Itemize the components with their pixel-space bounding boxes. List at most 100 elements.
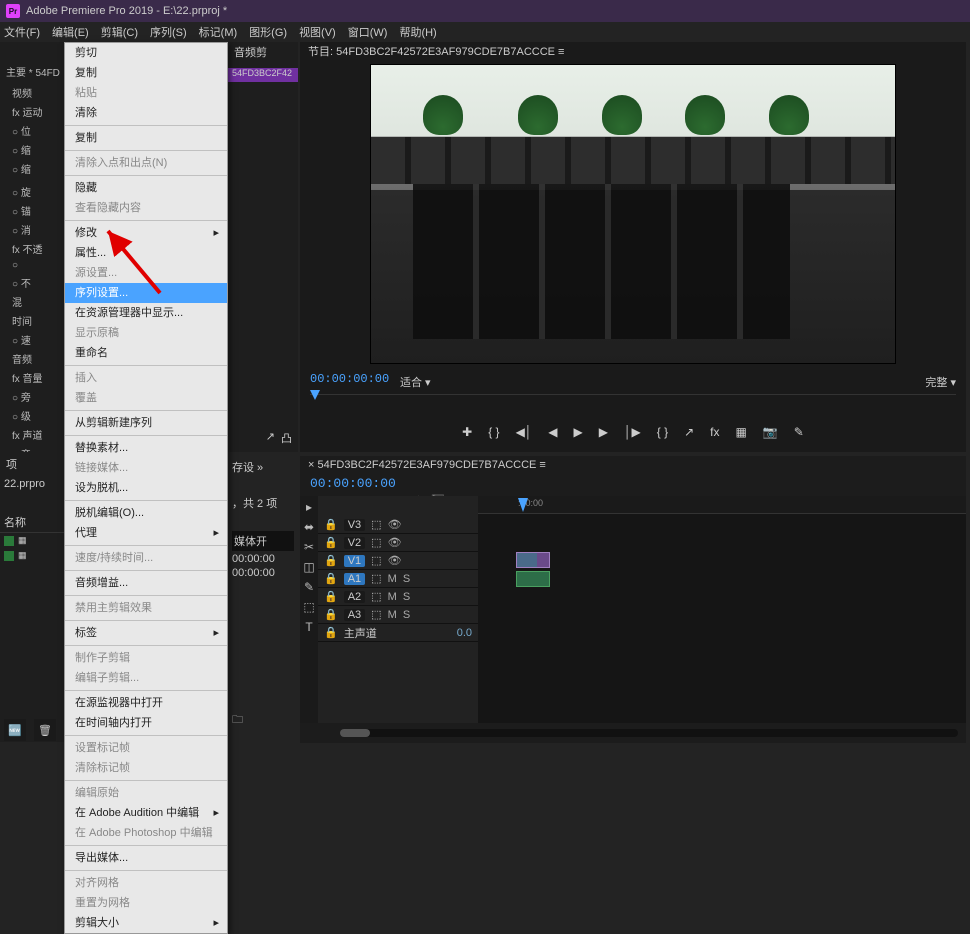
fx-property[interactable]: ○ 缩 — [6, 159, 58, 178]
mark-in-out[interactable]: { } — [488, 425, 499, 439]
project-panel[interactable]: 项 22.prpro 名称 ▦ ▦ — [0, 452, 64, 692]
context-menu-item[interactable]: 属性... — [65, 243, 227, 263]
fx-property[interactable]: ○ 不 — [6, 273, 58, 292]
project-tab[interactable]: 项 — [0, 452, 64, 476]
context-menu-item[interactable]: 清除 — [65, 103, 227, 123]
context-menu-item[interactable]: 标签 — [65, 623, 227, 643]
pen-tool[interactable]: ✎ — [304, 580, 314, 594]
type-tool[interactable]: T — [305, 620, 312, 634]
safe-margins[interactable]: ▦ — [736, 425, 747, 439]
fx-property[interactable]: ○ 消 — [6, 220, 58, 239]
fx-property[interactable]: ○ 位 — [6, 121, 58, 140]
program-viewport[interactable] — [370, 64, 896, 364]
timeline-zoom-scroll[interactable] — [340, 729, 958, 737]
context-menu[interactable]: 剪切复制粘贴清除复制清除入点和出点(N)隐藏查看隐藏内容修改属性...源设置..… — [64, 42, 228, 934]
project-item[interactable]: ▦ — [0, 533, 64, 548]
track-header[interactable]: 🔒V3⬚👁 — [318, 516, 478, 534]
fx-property[interactable]: ○ 缩 — [6, 140, 58, 159]
context-menu-item[interactable]: 在源监视器中打开 — [65, 693, 227, 713]
insert-icon[interactable]: 凸 — [281, 430, 292, 446]
audio-clip[interactable] — [516, 571, 550, 587]
context-menu-item[interactable]: 序列设置... — [65, 283, 227, 303]
fx-property[interactable]: ○ 级 — [6, 406, 58, 425]
context-menu-item[interactable]: 脱机编辑(O)... — [65, 503, 227, 523]
context-menu-item[interactable]: 隐藏 — [65, 178, 227, 198]
fx-property[interactable]: ○ 旁 — [6, 387, 58, 406]
fx-property[interactable]: 音频 — [6, 349, 58, 368]
fx-property[interactable]: ○ 旋 — [6, 182, 58, 201]
source-clip-bar[interactable]: 54FD3BC2F42 — [228, 68, 298, 82]
menu-sequence[interactable]: 序列(S) — [150, 24, 187, 40]
context-menu-item[interactable]: 导出媒体... — [65, 848, 227, 868]
program-scrubber[interactable] — [310, 394, 956, 408]
context-menu-item[interactable]: 修改 — [65, 223, 227, 243]
menu-help[interactable]: 帮助(H) — [399, 24, 436, 40]
fx-property[interactable]: 时间 — [6, 311, 58, 330]
step-back[interactable]: ◀│ — [516, 425, 533, 439]
frame-back[interactable]: ◀ — [548, 425, 557, 439]
fx-property[interactable]: fx 音量 — [6, 368, 58, 387]
hand-tool[interactable]: ⬚ — [303, 600, 314, 614]
lift-button[interactable]: ↗ — [684, 425, 694, 439]
track-header[interactable]: 🔒A3⬚M S — [318, 606, 478, 624]
fx-property[interactable]: fx 不透 — [6, 239, 58, 258]
effect-controls-panel[interactable]: 主要 * 54FD 视频fx 运动○ 位○ 缩○ 缩○ 旋○ 锚○ 消fx 不透… — [0, 62, 64, 452]
context-menu-item[interactable]: 音频增益... — [65, 573, 227, 593]
menu-window[interactable]: 窗口(W) — [348, 24, 388, 40]
play-button[interactable]: ▶ — [574, 425, 583, 439]
ripple-tool[interactable]: ⬌ — [304, 520, 314, 534]
context-menu-item[interactable]: 剪切 — [65, 43, 227, 63]
fx-property[interactable]: ○ — [6, 258, 58, 273]
timeline-area[interactable]: :00:00 — [478, 496, 966, 723]
context-menu-item[interactable]: 设为脱机... — [65, 478, 227, 498]
resolution-dropdown[interactable]: 完整 ▾ — [925, 374, 956, 390]
timeline-title[interactable]: × 54FD3BC2F42572E3AF979CDE7B7ACCCE ≡ — [300, 456, 966, 474]
fx-property[interactable]: fx 声道 — [6, 425, 58, 444]
settings-icon[interactable]: ✎ — [794, 425, 804, 439]
new-folder-icon[interactable]: 🗀 — [232, 711, 294, 730]
track-header[interactable]: 🔒A1⬚M S — [318, 570, 478, 588]
context-menu-item[interactable]: 复制 — [65, 63, 227, 83]
fx-property[interactable]: fx 运动 — [6, 102, 58, 121]
export-icon[interactable]: ↗ — [266, 430, 275, 446]
step-fwd[interactable]: │▶ — [624, 425, 641, 439]
menubar[interactable]: 文件(F) 编辑(E) 剪辑(C) 序列(S) 标记(M) 图形(G) 视图(V… — [0, 22, 970, 42]
frame-fwd[interactable]: ▶ — [599, 425, 608, 439]
slip-tool[interactable]: ◫ — [303, 560, 314, 574]
fx-property[interactable]: ○ 锚 — [6, 201, 58, 220]
track-header[interactable]: 🔒V1⬚👁 — [318, 552, 478, 570]
fx-button[interactable]: fx — [710, 425, 719, 439]
razor-tool[interactable]: ✂ — [304, 540, 314, 554]
program-timecode[interactable]: 00:00:00:00 — [310, 372, 389, 386]
trash-button[interactable]: 🗑 — [34, 719, 56, 741]
new-item-button[interactable]: 🆕 — [4, 719, 26, 741]
context-menu-item[interactable]: 重命名 — [65, 343, 227, 363]
menu-file[interactable]: 文件(F) — [4, 24, 40, 40]
context-menu-item[interactable]: 在时间轴内打开 — [65, 713, 227, 733]
context-menu-item[interactable]: 剪辑大小 — [65, 913, 227, 933]
menu-clip[interactable]: 剪辑(C) — [101, 24, 138, 40]
menu-view[interactable]: 视图(V) — [299, 24, 336, 40]
audio-clip-tab[interactable]: 音频剪 — [234, 44, 267, 60]
context-menu-item[interactable]: 从剪辑新建序列 — [65, 413, 227, 433]
context-menu-item[interactable]: 代理 — [65, 523, 227, 543]
timeline-ruler[interactable]: :00:00 — [478, 496, 966, 514]
context-menu-item[interactable]: 替换素材... — [65, 438, 227, 458]
timeline-timecode[interactable]: 00:00:00:00 — [300, 474, 966, 493]
fx-property[interactable]: 混 — [6, 292, 58, 311]
menu-edit[interactable]: 编辑(E) — [52, 24, 89, 40]
menu-graphics[interactable]: 图形(G) — [249, 24, 287, 40]
context-menu-item[interactable]: 在 Adobe Audition 中编辑 — [65, 803, 227, 823]
mark-in-out[interactable]: { } — [657, 425, 668, 439]
track-header[interactable]: 🔒V2⬚👁 — [318, 534, 478, 552]
master-track[interactable]: 🔒主声道0.0 — [318, 624, 478, 642]
playhead-icon[interactable] — [310, 390, 320, 400]
track-header[interactable]: 🔒A2⬚M S — [318, 588, 478, 606]
context-menu-item[interactable]: 在资源管理器中显示... — [65, 303, 227, 323]
menu-marker[interactable]: 标记(M) — [199, 24, 238, 40]
project-item[interactable]: ▦ — [0, 548, 64, 563]
add-marker[interactable]: ✚ — [462, 425, 472, 439]
fit-dropdown[interactable]: 适合 ▾ — [400, 374, 431, 390]
selection-tool[interactable]: ▸ — [306, 500, 312, 514]
fx-property[interactable]: ○ 速 — [6, 330, 58, 349]
